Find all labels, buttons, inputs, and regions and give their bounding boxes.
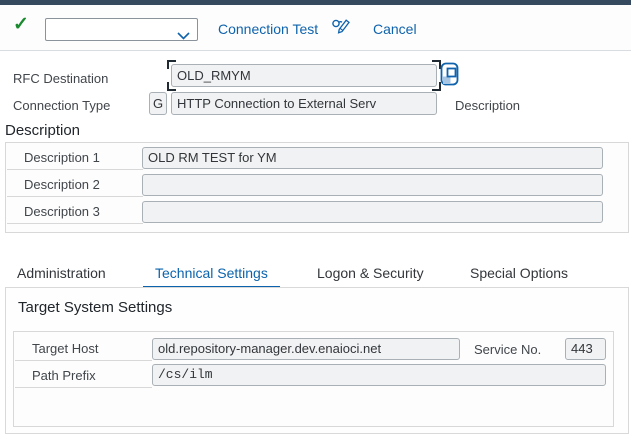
target-host-label: Target Host [15,336,152,361]
application-toolbar: ✓ Connection Test Cancel [0,5,631,51]
tab-special-options[interactable]: Special Options [458,261,580,286]
description-hint-label: Description [455,98,521,113]
connection-type-label: Connection Type [13,98,111,113]
description-3-field[interactable] [142,201,603,223]
service-no-label: Service No. [474,342,542,357]
rfc-destination-field[interactable]: OLD_RMYM [171,64,437,87]
connection-test-button[interactable]: Connection Test [218,21,318,37]
command-combobox[interactable] [45,18,198,41]
rfc-destination-label: RFC Destination [13,71,109,86]
focus-corner [167,82,176,91]
path-prefix-label: Path Prefix [15,363,152,388]
chevron-down-icon[interactable] [177,27,190,45]
connection-type-text-field[interactable]: HTTP Connection to External Serv [171,92,437,115]
technical-settings-panel: Target System Settings Target Host old.r… [5,287,629,434]
connection-type-code-field[interactable]: G [149,92,167,115]
rfc-destination-field-wrap: OLD_RMYM [167,60,441,91]
target-system-groupbox: Target Host old.repository-manager.dev.e… [13,331,614,427]
display-change-icon[interactable] [331,16,351,45]
description-section-title: Description [5,122,81,139]
focus-corner [167,60,176,69]
copy-destination-icon[interactable] [439,61,461,93]
description-2-label: Description 2 [7,173,143,197]
tab-technical-settings[interactable]: Technical Settings [143,261,280,290]
description-groupbox: Description 1 OLD RM TEST for YM Descrip… [5,142,629,233]
description-3-label: Description 3 [7,200,143,224]
description-2-field[interactable] [142,174,603,196]
target-system-settings-title: Target System Settings [18,299,173,316]
tab-administration[interactable]: Administration [5,261,118,286]
tab-logon-security[interactable]: Logon & Security [305,261,436,286]
cancel-button[interactable]: Cancel [373,21,417,37]
service-no-field[interactable]: 443 [565,338,606,360]
target-host-field[interactable]: old.repository-manager.dev.enaioci.net [152,338,460,360]
path-prefix-field[interactable]: /cs/ilm [152,364,606,386]
rfc-destination-screen: ✓ Connection Test Cancel RFC Destination… [0,0,631,445]
description-1-label: Description 1 [7,146,143,170]
ok-checkmark-icon[interactable]: ✓ [13,13,29,36]
description-1-field[interactable]: OLD RM TEST for YM [142,147,603,169]
